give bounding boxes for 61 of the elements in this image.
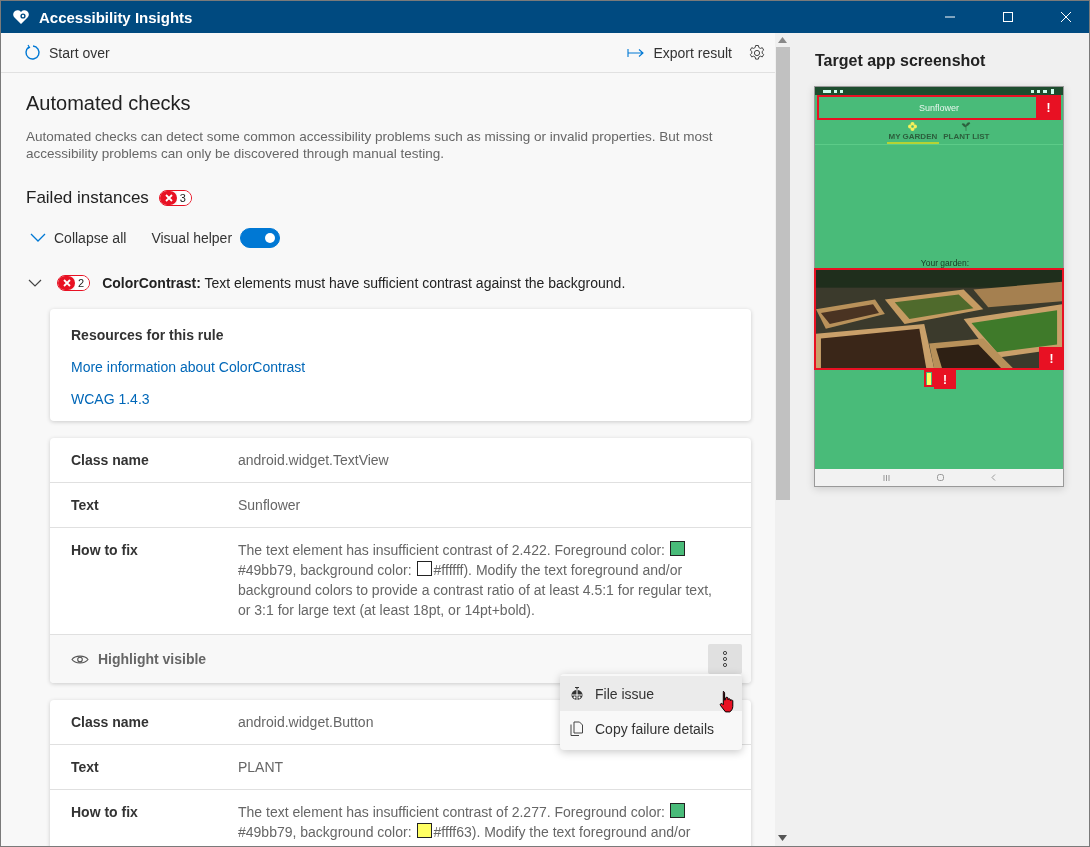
how-to-fix-text: The text element has insufficient contrast of 2.422. Foreground color: #49bb79, background color: #ffffff). Modify the text foreground and/or background colors to provide a contrast ratio of at least 4.5:1 for regular text, or 3:1 for large text (at least 18pt, or 14pt+bold). <box>238 540 713 620</box>
property-label: Text <box>71 497 100 513</box>
export-button[interactable]: Export result <box>627 44 732 61</box>
export-arrow-icon <box>627 47 646 58</box>
property-label: Text <box>71 759 100 775</box>
heart-icon <box>12 9 30 25</box>
settings-icon[interactable] <box>748 43 766 62</box>
property-label: How to fix <box>71 804 139 822</box>
property-value: Sunflower <box>238 497 301 513</box>
panel-title: Target app screenshot <box>815 52 987 70</box>
scrollbar[interactable] <box>775 33 790 846</box>
property-value: PLANT <box>238 759 284 775</box>
hand-cursor-icon <box>718 690 736 713</box>
close-icon[interactable] <box>1060 11 1072 23</box>
resources-title: Resources for this rule <box>71 327 224 343</box>
status-icons-drawing <box>1031 88 1057 94</box>
maximize-icon[interactable] <box>1002 11 1014 23</box>
rule-title: ColorContrast: Text elements must have sufficient contrast against the background. <box>102 275 626 291</box>
scroll-up-icon[interactable] <box>778 37 787 43</box>
property-label: How to fix <box>71 542 139 560</box>
scroll-thumb[interactable] <box>775 47 790 500</box>
failure-count: 3 <box>176 191 191 205</box>
failure-count: 2 <box>75 276 90 290</box>
eye-icon <box>71 653 89 665</box>
resource-link[interactable]: WCAG 1.4.3 <box>71 391 150 407</box>
app-title: Sunflower <box>919 102 959 113</box>
bug-icon <box>570 686 584 701</box>
property-value: android.widget.Button <box>238 714 374 730</box>
window-title: Accessibility Insights <box>39 8 193 26</box>
menu-item[interactable]: Copy failure details <box>560 711 742 746</box>
highlight-visible-button[interactable]: Highlight visible <box>71 651 207 667</box>
failure-flag: ! <box>1039 347 1064 370</box>
home-icon[interactable] <box>936 474 944 481</box>
chevron-down-icon <box>30 233 46 243</box>
resource-link[interactable]: More information about ColorContrast <box>71 359 306 375</box>
collapse-all-button[interactable]: Collapse all <box>26 230 127 246</box>
description-text: Automated checks can detect some common accessibility problems such as missing or invalid properties. But most accessibility problems can only be discovered through manual testing. <box>26 128 714 162</box>
x-icon <box>63 279 71 287</box>
sprout-icon <box>961 122 972 131</box>
page-heading: Automated checks <box>26 92 192 115</box>
property-label: Class name <box>71 452 150 468</box>
failure-flag: ! <box>934 370 956 389</box>
visual-helper-label: Visual helper <box>151 230 233 246</box>
recent-apps-icon[interactable] <box>882 474 890 481</box>
menu-item[interactable]: File issue <box>560 676 742 711</box>
start-over-button[interactable]: Start over <box>24 44 110 61</box>
chevron-icon[interactable] <box>28 278 42 288</box>
visual-helper-toggle[interactable] <box>240 228 281 248</box>
status-icons-drawing <box>823 88 845 94</box>
scroll-down-icon[interactable] <box>778 835 787 841</box>
flower-icon <box>908 122 918 131</box>
failed-instances-heading: Failed instances <box>26 188 149 208</box>
more-options-button[interactable] <box>708 644 742 674</box>
property-label: Class name <box>71 714 150 730</box>
app-caption: Your garden: <box>919 258 971 268</box>
failure-flag: ! <box>1036 95 1061 120</box>
property-value: android.widget.TextView <box>238 452 389 468</box>
refresh-icon <box>24 44 41 61</box>
copy-icon <box>570 720 584 737</box>
how-to-fix-text: The text element has insufficient contrast of 2.277. Foreground color: #49bb79, background color: #ffff63). Modify the text foreground and/or <box>238 802 692 842</box>
x-icon <box>164 194 173 202</box>
